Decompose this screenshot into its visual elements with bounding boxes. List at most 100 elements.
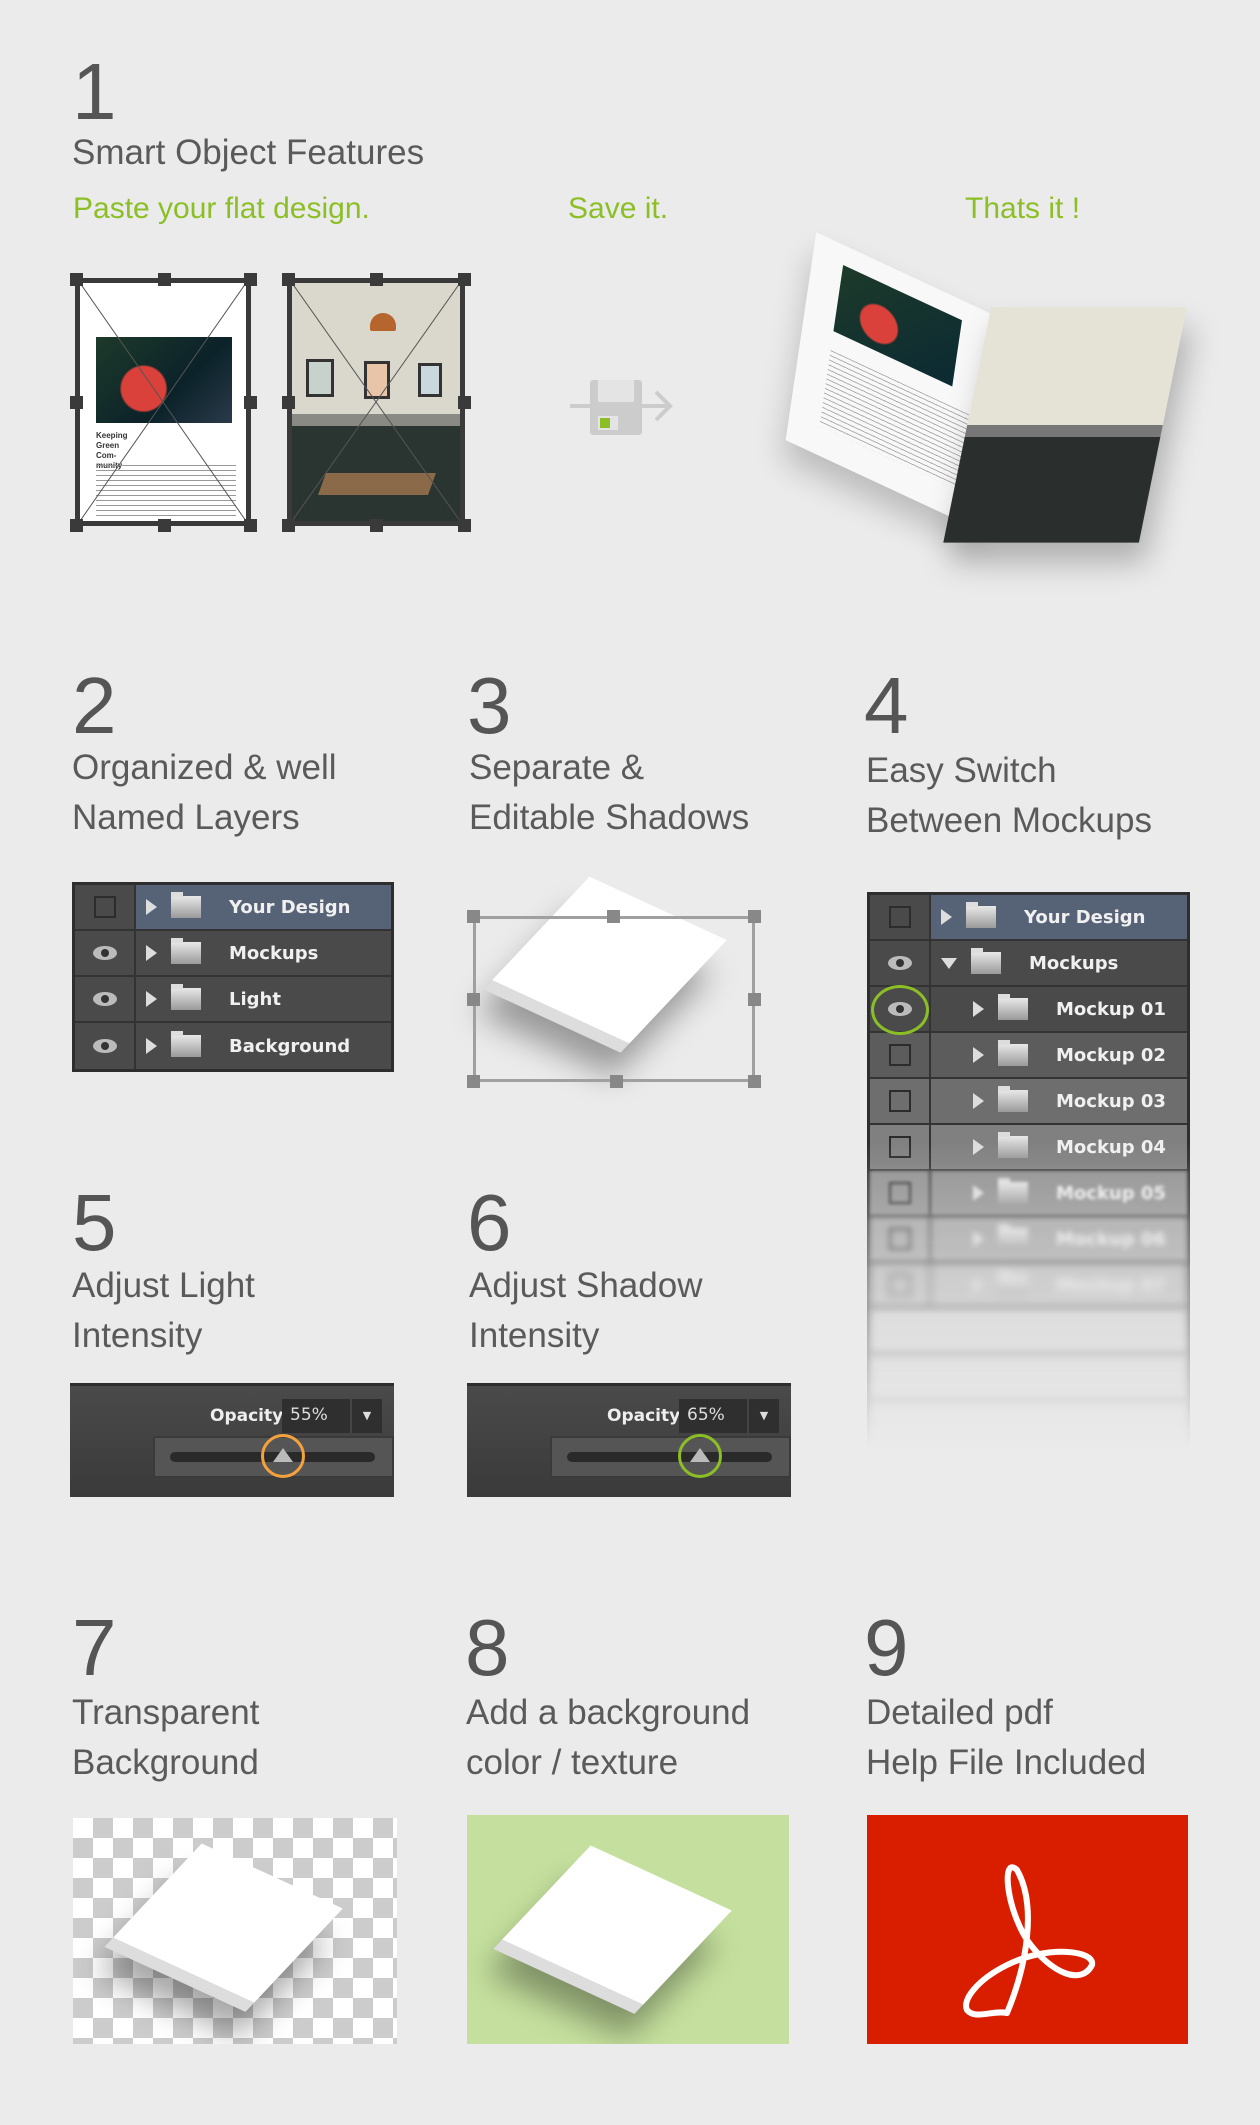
section-number: 8	[465, 1603, 510, 1692]
folder-icon	[171, 984, 201, 1010]
layer-name: Your Design	[1024, 906, 1146, 928]
opacity-label: Opacity:	[607, 1406, 688, 1426]
section-title-line: Detailed pdf	[866, 1693, 1053, 1732]
layer-row[interactable]: Mockup 03	[870, 1079, 1187, 1125]
layer-name: Mockup 02	[1056, 1044, 1166, 1066]
layer-row[interactable]: Background	[75, 1023, 391, 1069]
layer-row[interactable]: Mockup 05	[870, 1171, 1187, 1217]
smart-object-cross	[292, 283, 460, 521]
section-number: 2	[72, 661, 117, 750]
expand-arrow-icon[interactable]	[973, 1277, 984, 1293]
section-title-line: Adjust Light	[72, 1266, 255, 1305]
folder-icon	[171, 938, 201, 964]
acrobat-pdf-icon	[963, 1864, 1095, 2018]
expand-arrow-icon[interactable]	[973, 1093, 984, 1109]
save-icon	[570, 380, 673, 435]
layer-name: Mockup 05	[1056, 1182, 1166, 1204]
opacity-input[interactable]: 65% ▼	[679, 1399, 779, 1433]
opacity-value: 55%	[290, 1405, 328, 1425]
expand-arrow-icon[interactable]	[973, 1139, 984, 1155]
light-opacity-panel: Opacity: 55% ▼	[70, 1383, 394, 1497]
layer-row[interactable]: Mockups	[75, 931, 391, 977]
dropdown-arrow-icon[interactable]: ▼	[350, 1399, 382, 1433]
layer-name: Mockup 04	[1056, 1136, 1166, 1158]
visibility-off-icon[interactable]	[888, 1136, 911, 1158]
opacity-slider[interactable]	[550, 1434, 791, 1478]
section-title-line: color / texture	[466, 1743, 679, 1782]
section-number: 4	[864, 661, 909, 750]
section-number: 1	[72, 47, 117, 136]
visibility-off-icon[interactable]	[888, 1274, 911, 1296]
layer-name: Mockups	[229, 942, 319, 964]
layer-row[interactable]: Mockup 02	[870, 1033, 1187, 1079]
layer-row[interactable]: Your Design	[75, 885, 391, 931]
section-title-line: Adjust Shadow	[469, 1266, 703, 1305]
expand-arrow-icon[interactable]	[973, 1185, 984, 1201]
eye-icon[interactable]	[92, 946, 117, 960]
expand-arrow-icon[interactable]	[146, 945, 157, 961]
color-background-demo	[467, 1815, 789, 2044]
expand-arrow-icon[interactable]	[146, 991, 157, 1007]
folder-icon	[998, 1132, 1028, 1158]
eye-icon[interactable]	[887, 956, 912, 970]
expand-arrow-icon[interactable]	[973, 1047, 984, 1063]
layer-name: Mockup 06	[1056, 1228, 1166, 1250]
visibility-off-icon[interactable]	[888, 1090, 911, 1112]
layer-row-faded	[870, 1309, 1187, 1355]
shadow-opacity-panel: Opacity: 65% ▼	[467, 1383, 791, 1497]
shadow-demo	[467, 860, 767, 1090]
pdf-help-file	[867, 1815, 1188, 2044]
opacity-value: 65%	[687, 1405, 725, 1425]
layer-row-faded	[870, 1355, 1187, 1401]
section-title-line: Transparent	[72, 1693, 260, 1732]
opacity-slider[interactable]	[153, 1434, 394, 1478]
visibility-off-icon[interactable]	[888, 1228, 911, 1250]
section-title-line: Named Layers	[72, 798, 300, 837]
section-title-line: Help File Included	[866, 1743, 1147, 1782]
expand-arrow-icon[interactable]	[973, 1231, 984, 1247]
folder-icon	[998, 1040, 1028, 1066]
mockups-layers-panel: Your Design Mockups Mockup 01 Mockup 02 Mo…	[867, 892, 1190, 1447]
expand-arrow-icon[interactable]	[973, 1001, 984, 1017]
layer-row[interactable]: Mockups	[870, 941, 1187, 987]
expand-arrow-icon[interactable]	[146, 899, 157, 915]
section-number: 9	[864, 1603, 909, 1692]
layer-row[interactable]: Mockup 04	[870, 1125, 1187, 1171]
layer-row[interactable]: Light	[75, 977, 391, 1023]
layer-row[interactable]: Mockup 06	[870, 1217, 1187, 1263]
step-save: Save it.	[568, 192, 669, 225]
layer-name: Mockup 03	[1056, 1090, 1166, 1112]
layer-name: Mockup 01	[1056, 998, 1166, 1020]
section-title-line: Easy Switch	[866, 751, 1057, 790]
folder-icon	[171, 1031, 201, 1057]
cafe-photo-page	[287, 278, 465, 526]
section-title-line: Intensity	[72, 1316, 203, 1355]
expand-arrow-icon[interactable]	[146, 1038, 157, 1054]
highlight-ring	[871, 985, 929, 1035]
layer-name: Background	[229, 1035, 351, 1057]
visibility-off-icon[interactable]	[888, 1182, 911, 1204]
step-done: Thats it !	[965, 192, 1081, 225]
magazine-mockup	[780, 232, 1187, 580]
folder-icon	[998, 1178, 1028, 1204]
opacity-input[interactable]: 55% ▼	[282, 1399, 382, 1433]
visibility-off-icon[interactable]	[888, 1044, 911, 1066]
layer-row[interactable]: Mockup 07	[870, 1263, 1187, 1309]
folder-icon	[966, 902, 996, 928]
layer-name: Your Design	[229, 896, 351, 918]
expand-arrow-icon[interactable]	[941, 909, 952, 925]
eye-icon[interactable]	[92, 992, 117, 1006]
visibility-off-icon[interactable]	[888, 906, 911, 928]
highlight-ring	[260, 1434, 305, 1478]
flat-design-page: Keeping Green Com- munity	[75, 278, 251, 526]
dropdown-arrow-icon[interactable]: ▼	[747, 1399, 779, 1433]
smart-object-cross	[80, 283, 246, 521]
section-title-line: Intensity	[469, 1316, 600, 1355]
opacity-label: Opacity:	[210, 1406, 291, 1426]
layer-row[interactable]: Your Design	[870, 895, 1187, 941]
visibility-off-icon[interactable]	[93, 896, 116, 918]
eye-icon[interactable]	[92, 1039, 117, 1053]
collapse-arrow-icon[interactable]	[941, 957, 957, 969]
section-number: 6	[467, 1178, 512, 1267]
section-title: Smart Object Features	[72, 133, 425, 172]
